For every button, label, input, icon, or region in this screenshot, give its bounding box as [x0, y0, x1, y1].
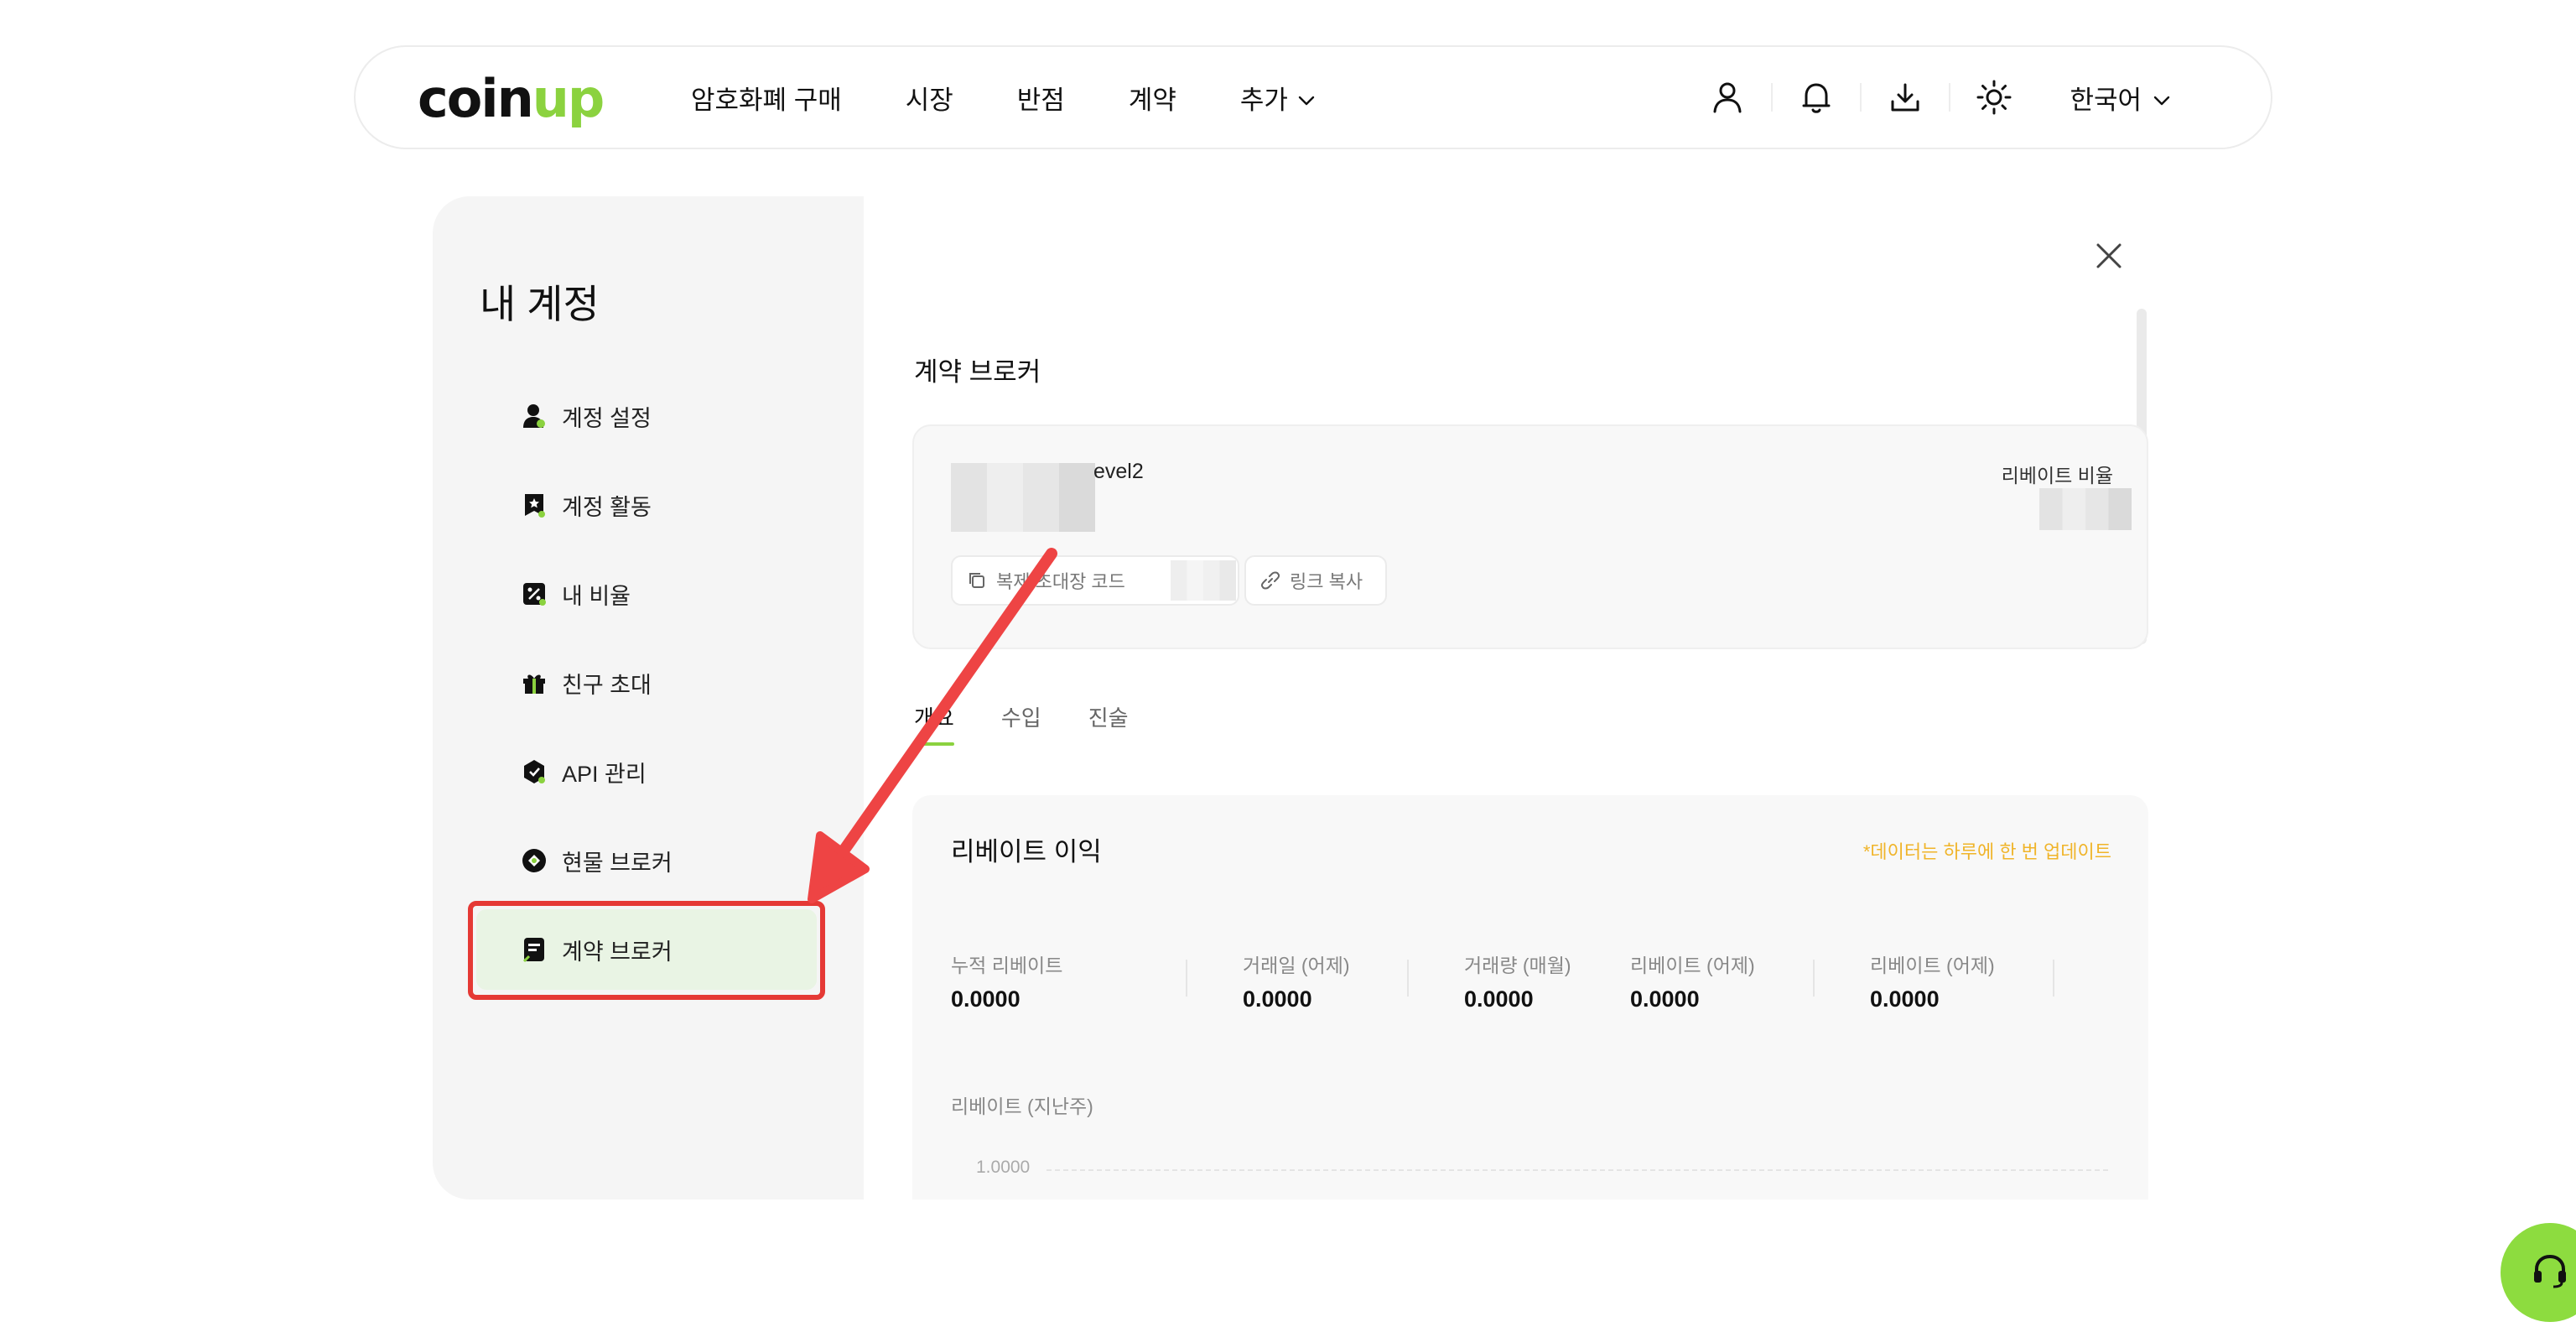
- sidebar-item-label: 친구 초대: [562, 672, 652, 698]
- broker-info-box: evel2 리베이트 비율 복제 초대장 코드 링크 복사: [912, 424, 2148, 649]
- nav-link-spot[interactable]: 반점: [1017, 79, 1065, 117]
- headset-icon: [2530, 1252, 2570, 1293]
- sidebar-item-label: 계정 설정: [562, 405, 652, 431]
- stat-value: 0.0000: [1243, 986, 1312, 1012]
- copy-link-label: 링크 복사: [1290, 571, 1363, 592]
- gift-icon: [522, 670, 547, 695]
- stat-divider: [1407, 960, 1409, 997]
- stat-divider: [1186, 960, 1187, 997]
- redacted-invite-code: [1171, 560, 1236, 601]
- main-panel: 계약 브로커 evel2 리베이트 비율 복제 초대장 코드 링크 복사 개요: [864, 196, 2225, 1200]
- rebate-stats-box: 리베이트 이익 *데이터는 하루에 한 번 업데이트 누적 리베이트 0.000…: [912, 795, 2148, 1200]
- logo-text-main: coin: [418, 68, 534, 129]
- annotation-highlight-box: [468, 901, 825, 1000]
- nav-right: 한국어: [1707, 47, 2170, 148]
- sun-icon[interactable]: [1974, 77, 2014, 117]
- broker-tabs: 개요 수입 진술: [914, 701, 1176, 746]
- tab-overview[interactable]: 개요: [914, 701, 954, 746]
- sidebar-item-label: API 관리: [562, 761, 647, 787]
- close-icon[interactable]: [2086, 233, 2132, 278]
- stat-label: 리베이트 (어제): [1870, 955, 1995, 976]
- user-icon[interactable]: [1707, 77, 1748, 117]
- language-selector[interactable]: 한국어: [2070, 79, 2170, 117]
- top-nav: coinup 암호화폐 구매 시장 반점 계약 추가 한국어: [354, 45, 2272, 149]
- copy-icon: [968, 571, 986, 590]
- nav-link-contract[interactable]: 계약: [1129, 79, 1176, 117]
- nav-divider: [1771, 83, 1774, 112]
- stat-label: 거래량 (매월): [1464, 955, 1571, 976]
- tab-statement[interactable]: 진술: [1088, 701, 1129, 746]
- activity-icon: [522, 492, 547, 518]
- nav-link-more[interactable]: 추가: [1240, 79, 1315, 117]
- logo-text-accent: up: [532, 68, 605, 129]
- api-icon: [522, 759, 547, 784]
- broker-level: evel2: [1093, 460, 1144, 483]
- stat-divider: [1813, 960, 1815, 997]
- bell-icon[interactable]: [1796, 77, 1836, 117]
- sidebar-item-api-management[interactable]: API 관리: [476, 731, 817, 812]
- sidebar-title: 내 계정: [480, 282, 600, 326]
- account-card: 내 계정 계정 설정 계정 활동 내 비율 친구 초대 API 관리 현물 브로…: [433, 196, 2225, 1200]
- user-settings-icon: [522, 403, 547, 429]
- nav-link-market[interactable]: 시장: [906, 79, 953, 117]
- support-chat-button[interactable]: [2501, 1223, 2576, 1322]
- stat-cumulative-rebate: 누적 리베이트 0.0000: [951, 950, 1062, 1012]
- stat-rebate-yesterday: 리베이트 (어제) 0.0000: [1630, 950, 1755, 1012]
- copy-link-button[interactable]: 링크 복사: [1244, 555, 1387, 606]
- stat-trading-days-yesterday: 거래일 (어제) 0.0000: [1243, 950, 1350, 1012]
- stat-label: 거래일 (어제): [1243, 955, 1350, 976]
- chart-gridline: [1046, 1169, 2108, 1171]
- stat-value: 0.0000: [1464, 986, 1534, 1012]
- tab-income[interactable]: 수입: [1001, 701, 1041, 746]
- account-sidebar: 내 계정 계정 설정 계정 활동 내 비율 친구 초대 API 관리 현물 브로…: [433, 196, 864, 1200]
- stats-update-note: *데이터는 하루에 한 번 업데이트: [1862, 841, 2111, 862]
- sidebar-item-label: 내 비율: [562, 583, 631, 609]
- stat-label: 리베이트 (어제): [1630, 955, 1755, 976]
- download-icon[interactable]: [1885, 77, 1925, 117]
- redacted-rebate-ratio: [2039, 488, 2132, 530]
- sidebar-item-account-activity[interactable]: 계정 활동: [476, 465, 817, 545]
- stat-value: 0.0000: [1870, 986, 1940, 1012]
- percent-icon: [522, 581, 547, 606]
- stats-title: 리베이트 이익: [951, 837, 1102, 866]
- sidebar-item-invite-friends[interactable]: 친구 초대: [476, 643, 817, 723]
- sidebar-item-label: 현물 브로커: [562, 850, 673, 876]
- stat-rebate-yesterday-2: 리베이트 (어제) 0.0000: [1870, 950, 1995, 1012]
- stat-divider: [2053, 960, 2054, 997]
- stat-value: 0.0000: [1630, 986, 1700, 1012]
- nav-divider: [1860, 83, 1862, 112]
- sidebar-item-my-ratio[interactable]: 내 비율: [476, 554, 817, 634]
- stat-label: 누적 리베이트: [951, 955, 1063, 976]
- chevron-down-icon: [1298, 82, 1315, 112]
- coinup-logo[interactable]: coinup: [418, 72, 605, 126]
- link-icon: [1261, 571, 1280, 590]
- page-title: 계약 브로커: [914, 357, 1041, 387]
- nav-link-buy-crypto[interactable]: 암호화폐 구매: [691, 79, 842, 117]
- copy-invite-code-label: 복제 초대장 코드: [996, 571, 1125, 592]
- spot-broker-icon: [522, 848, 547, 873]
- chevron-down-icon: [2153, 82, 2170, 112]
- sidebar-item-spot-broker[interactable]: 현물 브로커: [476, 820, 817, 901]
- redacted-user-info: [951, 463, 1095, 532]
- chart-tick: 1.0000: [976, 1158, 1031, 1177]
- nav-links: 암호화폐 구매 시장 반점 계약 추가: [691, 47, 1379, 148]
- nav-link-more-label: 추가: [1239, 85, 1288, 115]
- language-label: 한국어: [2070, 85, 2142, 115]
- stat-trading-volume-monthly: 거래량 (매월) 0.0000: [1464, 950, 1571, 1012]
- stat-value: 0.0000: [951, 986, 1021, 1012]
- sidebar-item-label: 계정 활동: [562, 494, 652, 520]
- nav-divider: [1949, 83, 1951, 112]
- chart-label: 리베이트 (지난주): [951, 1095, 1093, 1117]
- rebate-ratio-label: 리베이트 비율: [2001, 465, 2113, 487]
- sidebar-item-account-settings[interactable]: 계정 설정: [476, 376, 817, 456]
